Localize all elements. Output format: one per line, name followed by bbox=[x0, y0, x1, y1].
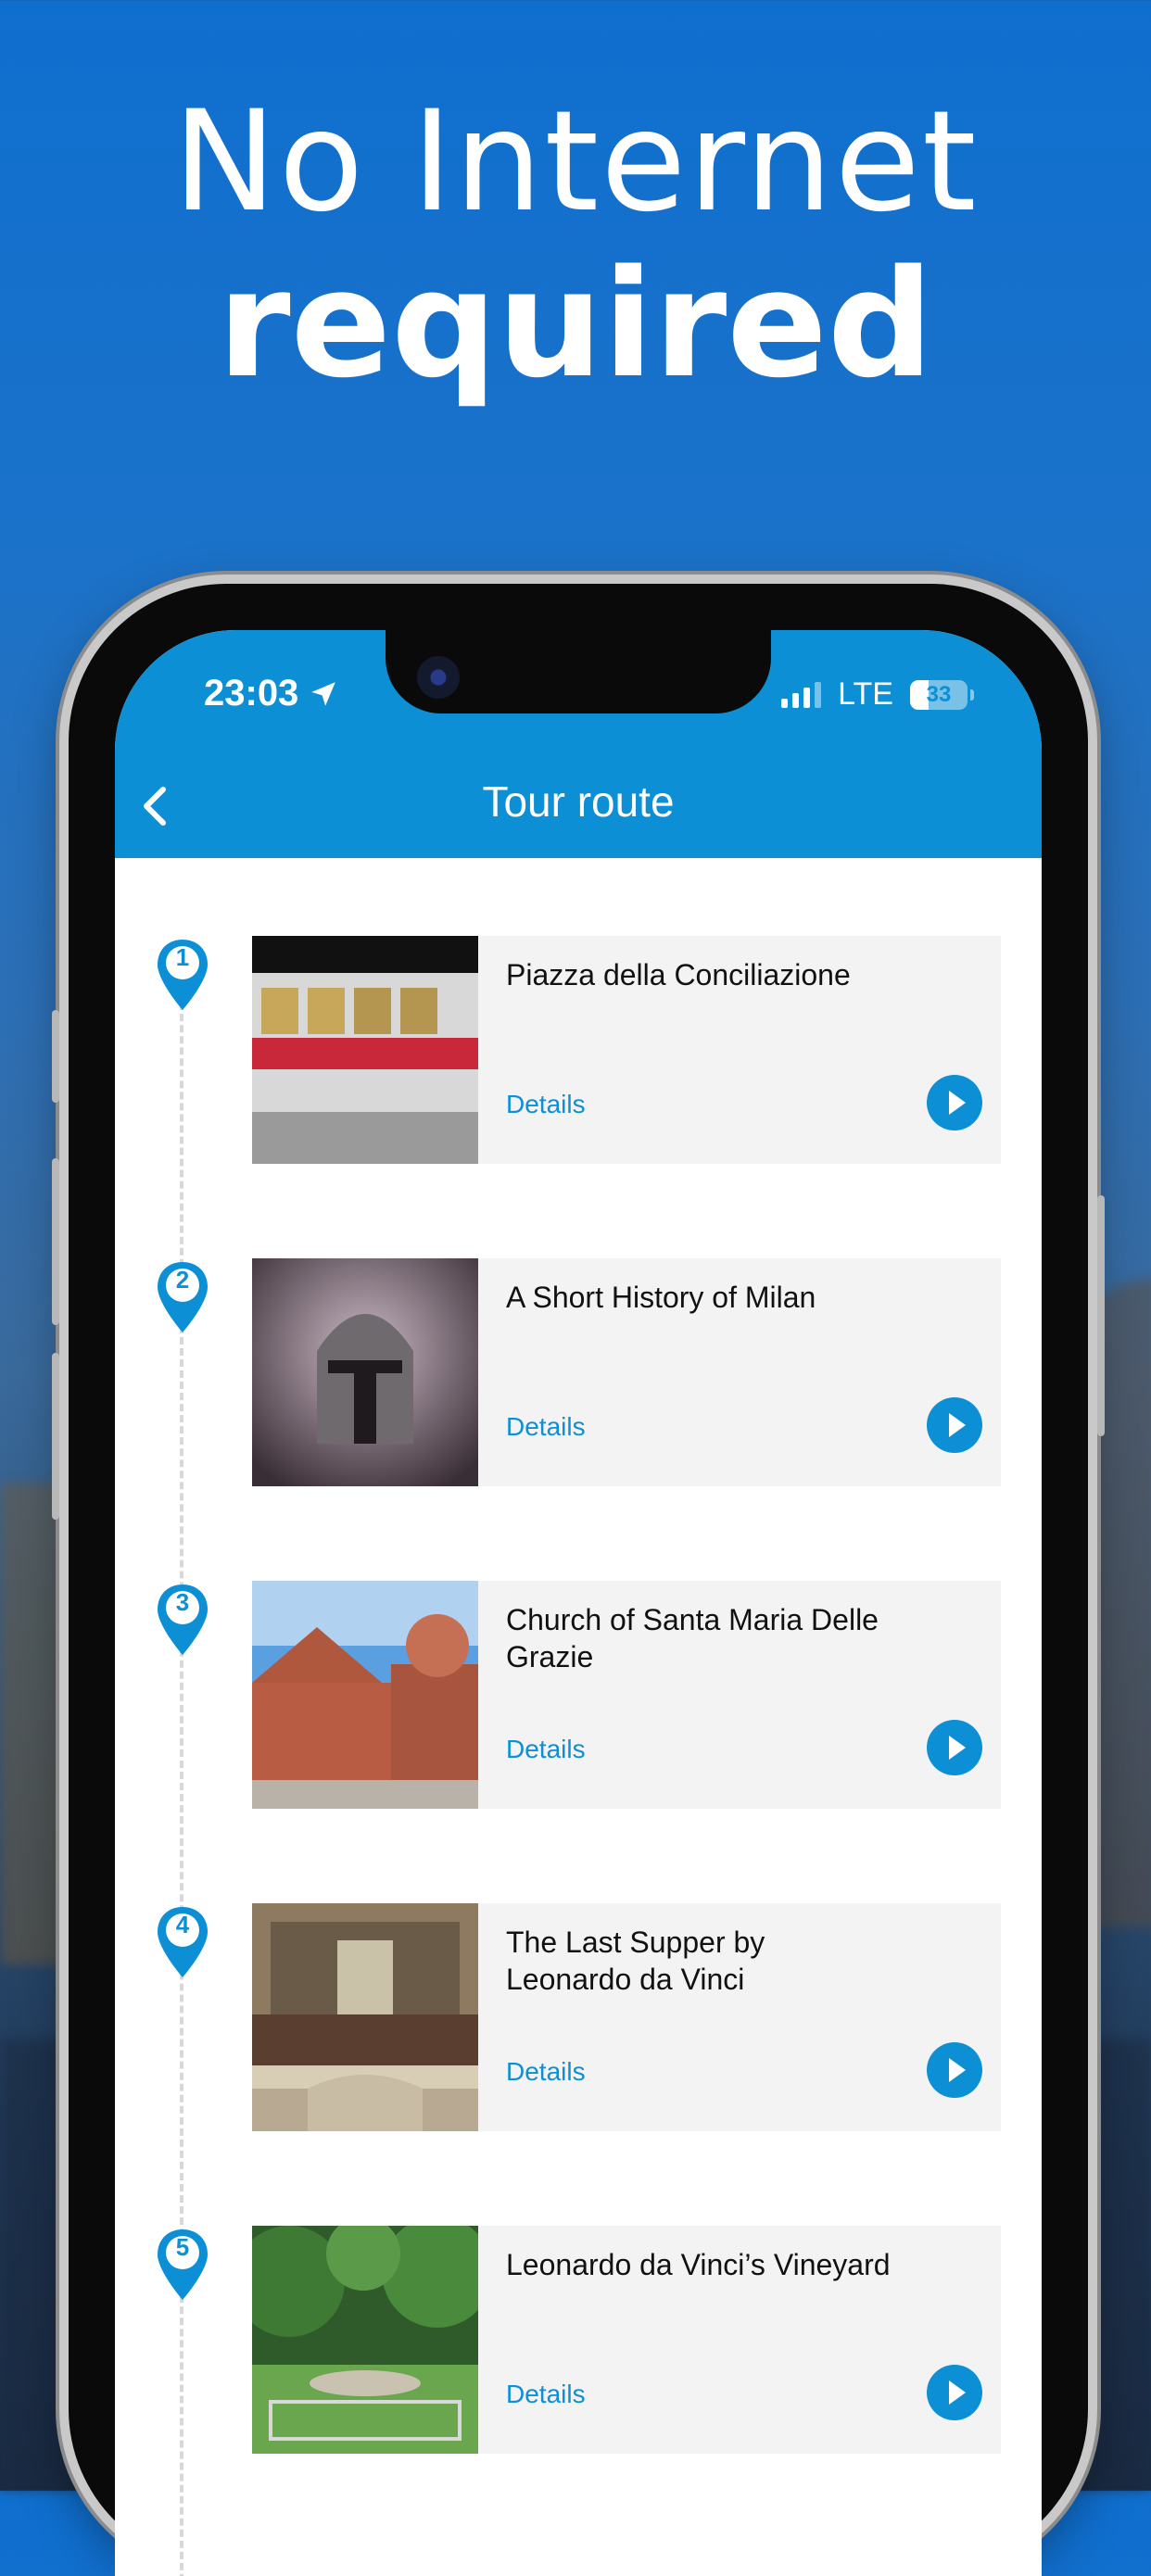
phone-power-button bbox=[1097, 1195, 1105, 1436]
stop-thumbnail-last-supper bbox=[252, 1903, 478, 2131]
details-link[interactable]: Details bbox=[506, 1412, 586, 1442]
play-button[interactable] bbox=[927, 2365, 982, 2420]
stop-number: 4 bbox=[175, 1911, 190, 1938]
details-link[interactable]: Details bbox=[506, 2057, 586, 2087]
details-link[interactable]: Details bbox=[506, 1735, 586, 1764]
play-button[interactable] bbox=[927, 1397, 982, 1453]
promo-line-2: required bbox=[217, 237, 934, 410]
stop-number: 2 bbox=[175, 1266, 190, 1294]
tour-route-list: 1 Piazza della Conciliazione Details 2 A… bbox=[115, 858, 1042, 2576]
stop-thumbnail-vineyard-garden bbox=[252, 2226, 478, 2454]
list-item[interactable]: A Short History of Milan Details bbox=[252, 1258, 1001, 1486]
status-time: 23:03 bbox=[204, 673, 339, 714]
route-stop-pin-4: 4 bbox=[152, 1903, 213, 1983]
battery-icon: 33 bbox=[910, 679, 974, 710]
stop-title: The Last Supper by Leonardo da Vinci bbox=[506, 1926, 765, 1996]
stop-thumbnail-church bbox=[252, 1581, 478, 1809]
list-item[interactable]: Church of Santa Maria Delle Grazie Detai… bbox=[252, 1581, 1001, 1809]
play-button[interactable] bbox=[927, 2042, 982, 2098]
list-item[interactable]: Piazza della Conciliazione Details bbox=[252, 936, 1001, 1164]
stop-title: Leonardo da Vinci’s Vineyard bbox=[506, 2248, 891, 2281]
app-screen: 23:03 LTE 33 Tour route 1 Piazza della C… bbox=[115, 630, 1042, 2576]
status-indicators: LTE 33 bbox=[781, 676, 974, 713]
front-camera bbox=[417, 656, 460, 699]
stop-number: 1 bbox=[175, 943, 190, 971]
stop-title: Piazza della Conciliazione bbox=[506, 958, 851, 991]
phone-frame: 23:03 LTE 33 Tour route 1 Piazza della C… bbox=[52, 584, 1105, 2576]
phone-side-button bbox=[52, 1010, 59, 1103]
details-link[interactable]: Details bbox=[506, 1090, 586, 1119]
network-label: LTE bbox=[838, 676, 893, 712]
play-button[interactable] bbox=[927, 1075, 982, 1130]
promo-line-1: No Internet bbox=[172, 82, 979, 243]
stop-number: 5 bbox=[175, 2233, 190, 2261]
promo-headline: No Internet required bbox=[0, 83, 1151, 408]
stop-thumbnail-armor-helmet bbox=[252, 1258, 478, 1486]
route-stop-pin-3: 3 bbox=[152, 1581, 213, 1661]
phone-volume-up bbox=[52, 1158, 59, 1325]
app-bar: 23:03 LTE 33 Tour route bbox=[115, 630, 1042, 858]
list-item[interactable]: The Last Supper by Leonardo da Vinci Det… bbox=[252, 1903, 1001, 2131]
battery-level: 33 bbox=[926, 681, 952, 707]
route-stop-pin-2: 2 bbox=[152, 1258, 213, 1338]
route-stop-pin-5: 5 bbox=[152, 2226, 213, 2305]
stop-thumbnail-metro-train bbox=[252, 936, 478, 1164]
stop-title: Church of Santa Maria Delle Grazie bbox=[506, 1603, 879, 1673]
stop-number: 3 bbox=[175, 1588, 190, 1616]
stop-title: A Short History of Milan bbox=[506, 1281, 816, 1314]
play-button[interactable] bbox=[927, 1720, 982, 1775]
signal-icon bbox=[781, 681, 822, 708]
status-time-text: 23:03 bbox=[204, 673, 299, 713]
route-stop-pin-1: 1 bbox=[152, 936, 213, 1016]
page-title: Tour route bbox=[482, 777, 675, 826]
background-tower-left bbox=[0, 1483, 74, 1964]
details-link[interactable]: Details bbox=[506, 2380, 586, 2409]
list-item[interactable]: Leonardo da Vinci’s Vineyard Details bbox=[252, 2226, 1001, 2454]
route-timeline-line bbox=[180, 947, 183, 2576]
phone-volume-down bbox=[52, 1353, 59, 1520]
location-arrow-icon bbox=[311, 681, 336, 706]
